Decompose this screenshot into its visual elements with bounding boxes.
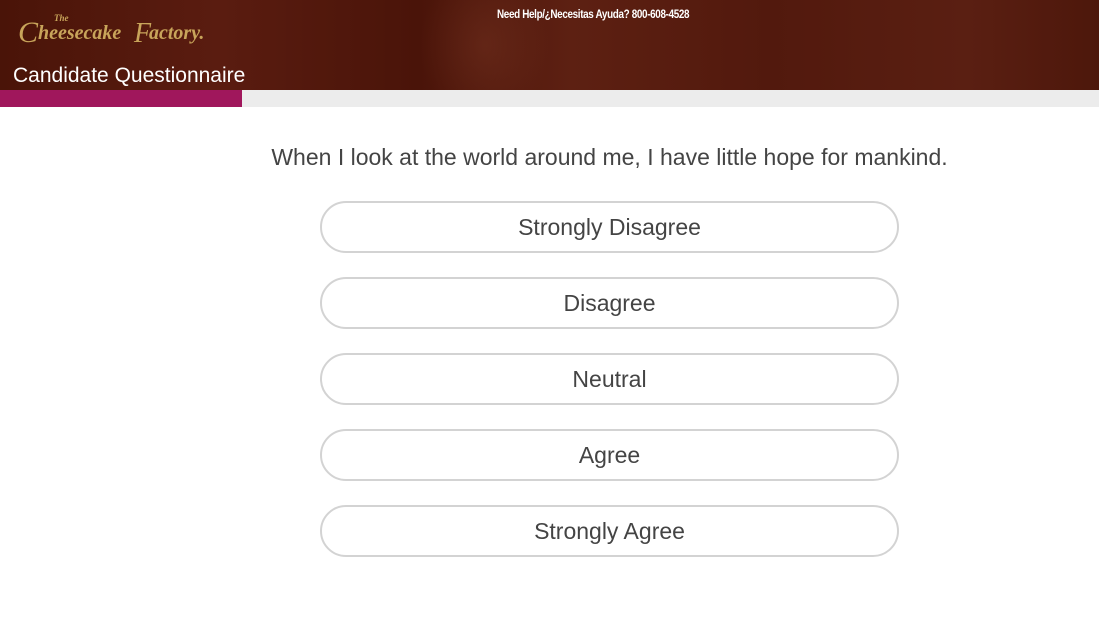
cheesecake-factory-logo[interactable]: The C heesecake F actory. <box>16 10 246 50</box>
option-neutral-button[interactable]: Neutral <box>320 353 899 405</box>
page-title: Candidate Questionnaire <box>13 64 246 87</box>
progress-bar-fill <box>0 90 242 107</box>
option-strongly-agree-button[interactable]: Strongly Agree <box>320 505 899 557</box>
svg-text:C: C <box>18 16 39 49</box>
logo-graphic: The C heesecake F actory. <box>18 13 204 49</box>
answer-options: Strongly Disagree Disagree Neutral Agree… <box>320 201 899 581</box>
question-text-container: When I look at the world around me, I ha… <box>0 144 1099 171</box>
svg-text:actory.: actory. <box>149 22 204 44</box>
option-strongly-disagree-button[interactable]: Strongly Disagree <box>320 201 899 253</box>
svg-text:heesecake: heesecake <box>38 22 121 44</box>
question-text: When I look at the world around me, I ha… <box>271 144 948 170</box>
help-phone-text: Need Help/¿Necesitas Ayuda? 800-608-4528 <box>497 9 690 21</box>
option-agree-button[interactable]: Agree <box>320 429 899 481</box>
option-disagree-button[interactable]: Disagree <box>320 277 899 329</box>
header-bar: The C heesecake F actory. Need Help/¿Nec… <box>0 0 1099 90</box>
progress-bar <box>0 90 1099 107</box>
